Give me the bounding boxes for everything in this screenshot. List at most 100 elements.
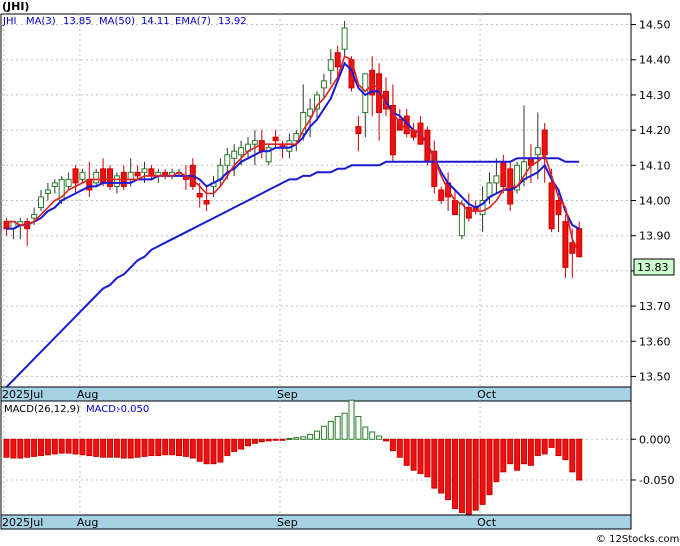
macd-tick-label: -0.050 bbox=[639, 474, 674, 487]
macd-bar-negative bbox=[176, 438, 182, 457]
price-tick-label: 14.30 bbox=[639, 89, 671, 102]
macd-bar-negative bbox=[120, 438, 127, 459]
macd-bar-negative bbox=[44, 438, 51, 456]
candle-down bbox=[500, 161, 507, 187]
candle-up bbox=[238, 147, 245, 156]
candle-down bbox=[541, 129, 548, 156]
candle-up bbox=[534, 147, 541, 156]
macd-bar-negative bbox=[238, 438, 245, 450]
macd-bar-negative bbox=[438, 438, 445, 494]
macd-bar-negative bbox=[279, 438, 286, 441]
macd-bar-negative bbox=[231, 438, 238, 452]
macd-bar-negative bbox=[472, 438, 479, 511]
candle-down bbox=[3, 221, 10, 230]
macd-bar-negative bbox=[410, 438, 417, 471]
chart-title: (JHI) bbox=[2, 0, 29, 13]
macd-bar-negative bbox=[155, 438, 162, 457]
macd-bar-negative bbox=[210, 438, 217, 465]
price-month-label: Sep bbox=[277, 388, 298, 401]
macd-bar-positive bbox=[362, 426, 369, 440]
legend-ma3-value: 13.85 bbox=[63, 16, 92, 27]
legend-ema7-label: EMA(7) bbox=[175, 16, 211, 27]
candle-up bbox=[113, 175, 120, 187]
macd-bar-negative bbox=[521, 438, 527, 465]
macd-bar-positive bbox=[369, 431, 376, 440]
macd-bar-positive bbox=[327, 420, 334, 440]
macd-bar-negative bbox=[134, 438, 141, 458]
candle-down bbox=[438, 189, 445, 201]
candle-down bbox=[148, 168, 155, 177]
candle-up bbox=[327, 59, 334, 71]
macd-bar-negative bbox=[403, 438, 410, 466]
macd-bar-negative bbox=[79, 438, 86, 456]
macd-bar-negative bbox=[576, 438, 583, 481]
macd-bar-negative bbox=[107, 438, 113, 458]
macd-bar-negative bbox=[541, 438, 548, 455]
macd-bar-negative bbox=[265, 438, 272, 442]
macd-axis: 0.000 -0.050 bbox=[631, 433, 674, 487]
price-tick-label: 14.50 bbox=[639, 19, 671, 32]
macd-bar-negative bbox=[224, 438, 231, 457]
macd-bar-negative bbox=[203, 438, 210, 465]
candle-down bbox=[334, 52, 341, 68]
price-tick-label: 13.60 bbox=[639, 335, 671, 348]
candle-down bbox=[548, 182, 555, 230]
candle-down bbox=[203, 200, 210, 205]
macd-bar-negative bbox=[507, 438, 514, 465]
macd-bar-positive bbox=[314, 430, 320, 440]
macd-bar-negative bbox=[51, 438, 58, 455]
candle-up bbox=[486, 182, 493, 198]
macd-bar-negative bbox=[17, 438, 24, 459]
macd-bar-positive bbox=[286, 437, 293, 440]
candle-up bbox=[141, 168, 148, 173]
macd-title: MACD(26,12,9) bbox=[4, 404, 80, 415]
macd-bar-negative bbox=[396, 438, 403, 458]
macd-bar-negative bbox=[141, 438, 148, 457]
candle-down bbox=[100, 168, 107, 184]
macd-bar-negative bbox=[127, 438, 134, 459]
macd-bar-negative bbox=[555, 438, 562, 457]
price-month-label: Aug bbox=[77, 388, 98, 401]
macd-month-label: 2025Jul bbox=[2, 516, 43, 529]
macd-bar-positive bbox=[293, 437, 300, 440]
price-tick-label: 14.00 bbox=[639, 195, 671, 208]
macd-bar-negative bbox=[514, 438, 521, 471]
macd-bar-negative bbox=[445, 438, 452, 501]
macd-bar-positive bbox=[355, 415, 362, 440]
macd-month-label: Aug bbox=[77, 516, 98, 529]
legend-ma50-value: 14.11 bbox=[141, 16, 170, 27]
candle-up bbox=[224, 154, 231, 166]
candle-up bbox=[38, 196, 44, 209]
legend-ma3-label: MA(3) bbox=[26, 16, 56, 27]
macd-bar-positive bbox=[320, 425, 327, 440]
macd-bar-negative bbox=[65, 438, 72, 454]
candle-down bbox=[272, 136, 279, 142]
price-tick-label: 13.90 bbox=[639, 230, 671, 243]
legend-ma50-label: MA(50) bbox=[99, 16, 135, 27]
macd-bar-negative bbox=[458, 438, 465, 514]
macd-bar-negative bbox=[182, 438, 189, 457]
candle-up bbox=[65, 178, 72, 187]
macd-bar-positive bbox=[307, 433, 314, 440]
macd-bar-positive bbox=[341, 412, 348, 440]
macd-bar-negative bbox=[245, 438, 251, 447]
legend-ticker: JHI bbox=[2, 16, 16, 27]
macd-bar-negative bbox=[58, 438, 65, 454]
macd-bar-negative bbox=[72, 438, 79, 455]
macd-legend: MACD(26,12,9) MACD: -0.050 bbox=[4, 404, 149, 415]
macd-bar-negative bbox=[31, 438, 38, 457]
macd-bar-positive bbox=[376, 435, 383, 440]
price-month-label: 2025Jul bbox=[2, 388, 43, 401]
macd-bar-negative bbox=[389, 438, 396, 452]
macd-bar-negative bbox=[100, 438, 107, 458]
price-tick-label: 13.50 bbox=[639, 370, 671, 383]
macd-tick-label: 0.000 bbox=[639, 433, 671, 446]
macd-bar-negative bbox=[493, 438, 500, 483]
macd-bar-negative bbox=[569, 438, 576, 473]
price-axis: 14.5014.4014.3014.2014.1014.0013.9013.80… bbox=[631, 19, 671, 383]
macd-bar-negative bbox=[169, 438, 176, 456]
candle-up bbox=[320, 80, 327, 89]
macd-bar-negative bbox=[452, 438, 458, 509]
price-tick-label: 14.40 bbox=[639, 54, 671, 67]
macd-bar-positive bbox=[334, 415, 341, 440]
